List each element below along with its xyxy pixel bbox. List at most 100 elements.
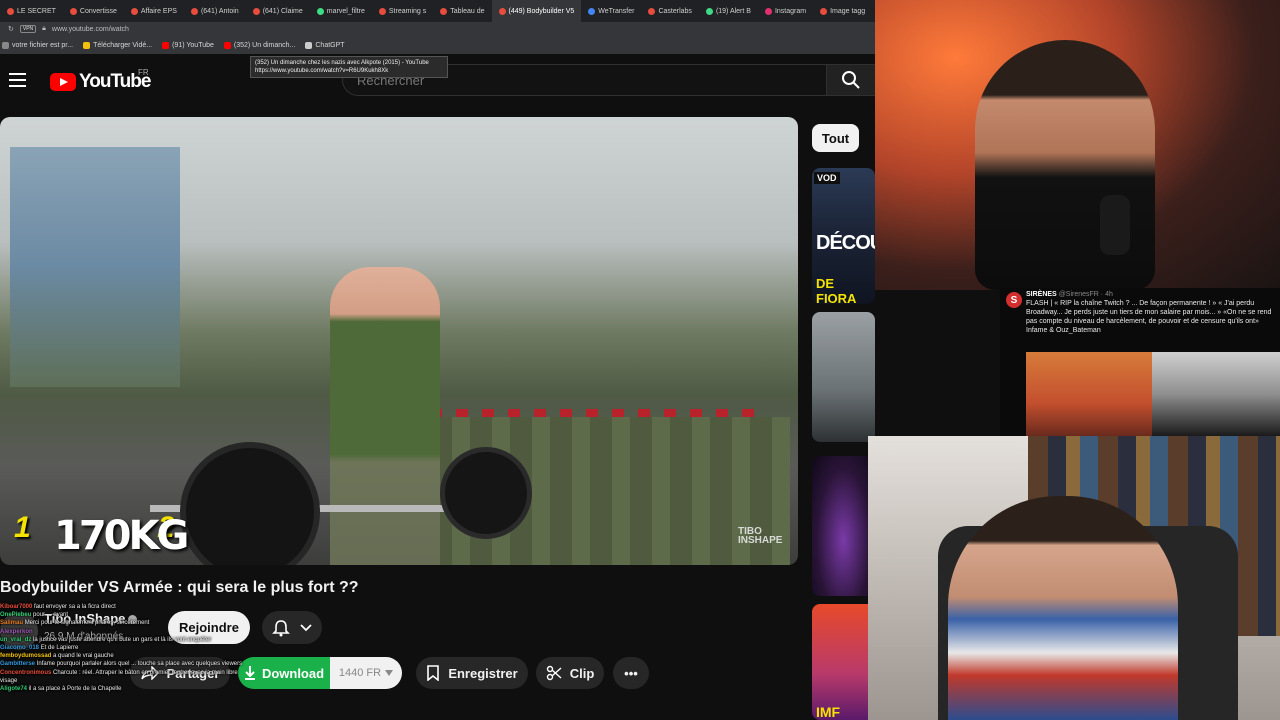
- bookmark-item[interactable]: (91) YouTube: [162, 41, 214, 49]
- tab-favicon-icon: [648, 7, 656, 15]
- video-player[interactable]: 1 2 170KG TIBO INSHAPE: [0, 117, 798, 565]
- rank-left: 1: [14, 511, 31, 544]
- browser-tab-strip: LE SECRET Convertisse Affaire EPS (641) Ant…: [0, 0, 875, 22]
- chat-text: il a sa place à Porte de la Chapelle: [28, 686, 122, 693]
- url-text[interactable]: www.youtube.com/watch: [52, 26, 129, 33]
- clip-label: Clip: [569, 665, 595, 681]
- chat-username: Kiboar7000: [0, 604, 33, 610]
- chat-text: a quand le vrai gauche: [53, 653, 114, 660]
- youtube-logo[interactable]: YouTube: [50, 71, 151, 93]
- tab-label: LE SECRET: [17, 7, 56, 15]
- tab-favicon-icon: [440, 7, 448, 15]
- youtube-play-icon: [50, 73, 76, 91]
- tweet-image-2: [1152, 352, 1280, 436]
- vod-badge: VOD: [814, 172, 840, 184]
- browser-tab[interactable]: Affaire EPS: [124, 0, 184, 22]
- bookmark-item[interactable]: votre fichier est pr...: [2, 41, 74, 49]
- chevron-down-icon: [385, 670, 394, 676]
- browser-tab[interactable]: marvel_filtre: [310, 0, 372, 22]
- vpn-badge[interactable]: VPN: [19, 25, 37, 33]
- thumb-text-2: DE FIORA: [816, 276, 857, 304]
- chat-text: faut envoyer sa a la ficra direct: [34, 604, 116, 610]
- tab-label: Instagram: [774, 7, 807, 15]
- stream-chat-overlay: Kiboar7000 faut envoyer sa a la ficra di…: [0, 603, 250, 693]
- tweet-text: FLASH | « RIP la chaîne Twitch ? ... De …: [1026, 300, 1272, 334]
- notifications-button[interactable]: [262, 611, 322, 644]
- tab-favicon-icon: [190, 7, 198, 15]
- related-video-thumb-4[interactable]: IMF: [812, 604, 875, 720]
- browser-tab[interactable]: Convertisse: [63, 0, 124, 22]
- tab-favicon-icon: [764, 7, 772, 15]
- tab-favicon-icon: [316, 7, 324, 15]
- athlete-figure: [330, 267, 440, 565]
- browser-tab[interactable]: (19) Alert B: [699, 0, 758, 22]
- browser-tab[interactable]: Streaming s: [372, 0, 433, 22]
- tab-favicon-icon: [252, 7, 260, 15]
- chat-username: OnePiebeu: [0, 612, 32, 619]
- bookmark-favicon-icon: [2, 41, 9, 49]
- tab-favicon-icon: [588, 7, 596, 15]
- browser-tab[interactable]: WeTransfer: [581, 0, 641, 22]
- browser-tab[interactable]: LE SECRET: [0, 0, 63, 22]
- chat-username: Gambitterse: [0, 661, 36, 668]
- related-video-thumb-1[interactable]: VOD DÉCOUV DE FIORA: [812, 168, 875, 304]
- lock-icon[interactable]: 🔒︎: [42, 25, 46, 33]
- chip-all[interactable]: Tout: [812, 124, 859, 152]
- tab-favicon-icon: [130, 7, 138, 15]
- more-actions-button[interactable]: •••: [613, 657, 649, 689]
- country-code: FR: [138, 68, 149, 77]
- clip-button[interactable]: Clip: [536, 657, 604, 689]
- weight-label: 170KG: [54, 513, 189, 559]
- thumb-text-1: DÉCOUV: [816, 232, 875, 254]
- bookmark-label: votre fichier est pr...: [12, 41, 74, 49]
- search-icon: [842, 71, 860, 89]
- browser-tab[interactable]: (641) Antoin: [184, 0, 246, 22]
- chat-username: un_vrai_dz: [0, 636, 32, 643]
- more-icon: •••: [624, 665, 638, 681]
- browser-tab[interactable]: Casterlabs: [641, 0, 698, 22]
- chat-username: Giacomo_018: [0, 645, 40, 652]
- weight-plate-left: [180, 442, 320, 565]
- tab-favicon-icon: [820, 7, 828, 15]
- chat-message: femboydumossad a quand le vrai gauche: [0, 652, 250, 660]
- bookmark-favicon-icon: [162, 41, 170, 49]
- chat-message: un_vrai_dz la justice vas juste attendre…: [0, 636, 250, 644]
- bell-icon: [272, 619, 290, 636]
- related-video-thumb-3[interactable]: [812, 456, 875, 596]
- download-button[interactable]: Download: [238, 657, 330, 689]
- address-bar[interactable]: ↻ VPN 🔒︎ www.youtube.com/watch: [0, 22, 875, 36]
- browser-tab[interactable]: (641) Claime: [246, 0, 310, 22]
- tooltip-title: (352) Un dimanche chez les nazis avec Al…: [255, 60, 429, 66]
- browser-tab[interactable]: (449) Bodybuilder V5: [491, 0, 582, 22]
- bookmark-favicon-icon: [305, 41, 313, 49]
- webcam-streamer-2: [868, 436, 1280, 720]
- quality-value: 1440 FR: [338, 667, 382, 679]
- hamburger-menu-icon[interactable]: [9, 73, 26, 87]
- tab-favicon-icon: [705, 7, 713, 15]
- tweet-handle: @SirenesFR · 4h: [1058, 291, 1113, 298]
- related-video-thumb-2[interactable]: [812, 312, 875, 442]
- tab-label: (449) Bodybuilder V5: [508, 7, 575, 15]
- chat-message: Gambitterse Infame pourquoi parlaler alo…: [0, 660, 250, 668]
- quality-select[interactable]: 1440 FR: [330, 657, 402, 689]
- bookmark-item[interactable]: Télécharger Vidé...: [83, 41, 152, 49]
- browser-tab[interactable]: Image tagg: [813, 0, 872, 22]
- browser-tab[interactable]: Instagram: [758, 0, 813, 22]
- tweet-avatar: S: [1006, 292, 1022, 308]
- streamer-1-figure: [975, 40, 1155, 290]
- save-button[interactable]: Enregistrer: [416, 657, 528, 689]
- chat-username: Aligote74: [0, 686, 28, 693]
- chat-username: femboydumossad: [0, 653, 52, 660]
- tab-label: Image tagg: [830, 7, 866, 15]
- webcam-streamer-1: [875, 0, 1280, 290]
- bookmark-item[interactable]: (352) Un dimanch...: [223, 41, 295, 49]
- download-button-group[interactable]: Download 1440 FR: [238, 657, 402, 689]
- bookmark-icon: [427, 665, 440, 681]
- search-button[interactable]: [826, 64, 876, 96]
- browser-tab[interactable]: Tableau de: [433, 0, 491, 22]
- tab-favicon-icon: [69, 7, 77, 15]
- reload-icon[interactable]: ↻: [8, 25, 14, 33]
- bookmark-item[interactable]: ChatGPT: [305, 41, 345, 49]
- tab-label: (641) Claime: [262, 7, 303, 15]
- bookmark-favicon-icon: [83, 41, 91, 49]
